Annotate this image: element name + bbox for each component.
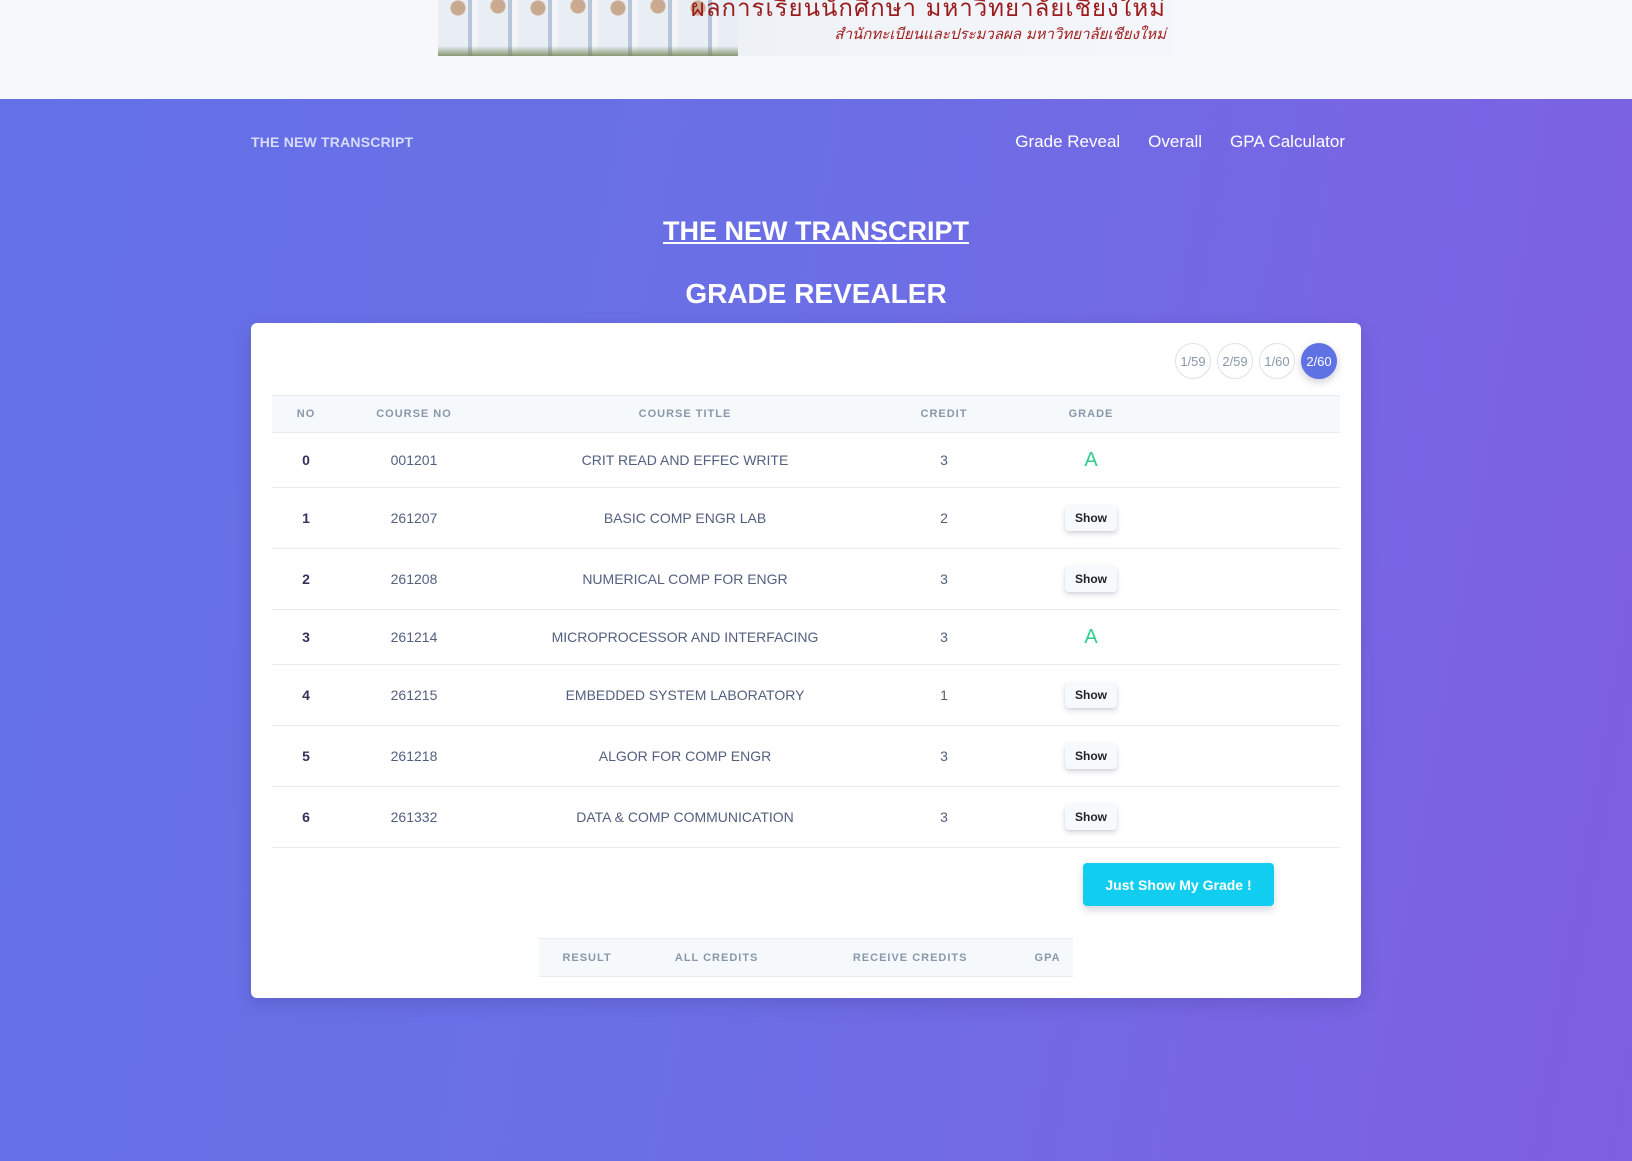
col-no: NO xyxy=(272,395,340,433)
row-spacer xyxy=(1176,725,1340,787)
col-course-no: COURSE NO xyxy=(340,395,488,433)
row-course-no: 261332 xyxy=(340,786,488,848)
row-grade-cell: A xyxy=(1006,432,1176,488)
col-result: RESULT xyxy=(539,938,636,977)
table-row: 5 261218 ALGOR FOR COMP ENGR 3 Show xyxy=(272,725,1340,787)
col-spacer xyxy=(1176,395,1340,433)
row-grade-cell: Show xyxy=(1006,548,1176,610)
row-grade-cell: Show xyxy=(1006,487,1176,549)
row-credit: 1 xyxy=(882,664,1006,726)
just-show-my-grade-button[interactable]: Just Show My Grade ! xyxy=(1083,863,1274,906)
row-course-title: ALGOR FOR COMP ENGR xyxy=(488,725,882,787)
grade-card: 1/59 2/59 1/60 2/60 NO COURSE NO COURSE … xyxy=(251,323,1361,998)
term-button-active[interactable]: 2/60 xyxy=(1301,343,1337,379)
row-spacer xyxy=(1176,487,1340,549)
col-credit: CREDIT xyxy=(882,395,1006,433)
term-button[interactable]: 2/59 xyxy=(1217,343,1253,379)
row-course-title: BASIC COMP ENGR LAB xyxy=(488,487,882,549)
row-no: 2 xyxy=(272,548,340,610)
term-button[interactable]: 1/60 xyxy=(1259,343,1295,379)
grades-table: NO COURSE NO COURSE TITLE CREDIT GRADE 0… xyxy=(272,395,1340,848)
term-button[interactable]: 1/59 xyxy=(1175,343,1211,379)
nav-overall[interactable]: Overall xyxy=(1148,132,1202,152)
table-row: 1 261207 BASIC COMP ENGR LAB 2 Show xyxy=(272,487,1340,549)
col-course-title: COURSE TITLE xyxy=(488,395,882,433)
row-grade-cell: Show xyxy=(1006,725,1176,787)
grade-value: A xyxy=(1084,448,1098,471)
row-course-title: DATA & COMP COMMUNICATION xyxy=(488,786,882,848)
row-credit: 2 xyxy=(882,487,1006,549)
col-receive-credits: RECEIVE CREDITS xyxy=(798,938,1023,977)
col-grade: GRADE xyxy=(1006,395,1176,433)
row-no: 1 xyxy=(272,487,340,549)
row-spacer xyxy=(1176,609,1340,665)
grade-value: A xyxy=(1084,625,1098,648)
row-no: 0 xyxy=(272,432,340,488)
result-table: RESULT ALL CREDITS RECEIVE CREDITS GPA xyxy=(539,938,1073,977)
col-all-credits: ALL CREDITS xyxy=(635,938,799,977)
row-course-no: 261207 xyxy=(340,487,488,549)
table-header-row: NO COURSE NO COURSE TITLE CREDIT GRADE xyxy=(272,395,1340,433)
page-subtitle: GRADE REVEALER xyxy=(685,278,947,309)
row-credit: 3 xyxy=(882,786,1006,848)
page-title: THE NEW TRANSCRIPT xyxy=(663,216,969,246)
show-grade-button[interactable]: Show xyxy=(1065,743,1117,769)
row-course-no: 001201 xyxy=(340,432,488,488)
row-course-no: 261208 xyxy=(340,548,488,610)
row-course-title: EMBEDDED SYSTEM LABORATORY xyxy=(488,664,882,726)
show-grade-button[interactable]: Show xyxy=(1065,505,1117,531)
table-row: 0 001201 CRIT READ AND EFFEC WRITE 3 A xyxy=(272,432,1340,488)
navbar-links: Grade Reveal Overall GPA Calculator xyxy=(1015,132,1345,152)
row-spacer xyxy=(1176,432,1340,488)
table-row: 3 261214 MICROPROCESSOR AND INTERFACING … xyxy=(272,609,1340,665)
table-row: 4 261215 EMBEDDED SYSTEM LABORATORY 1 Sh… xyxy=(272,664,1340,726)
row-no: 3 xyxy=(272,609,340,665)
row-spacer xyxy=(1176,664,1340,726)
row-credit: 3 xyxy=(882,548,1006,610)
result-header-row: RESULT ALL CREDITS RECEIVE CREDITS GPA xyxy=(539,938,1073,977)
row-course-title: MICROPROCESSOR AND INTERFACING xyxy=(488,609,882,665)
row-course-no: 261214 xyxy=(340,609,488,665)
navbar-brand[interactable]: THE NEW TRANSCRIPT xyxy=(251,134,413,150)
table-row: 6 261332 DATA & COMP COMMUNICATION 3 Sho… xyxy=(272,786,1340,848)
grades-body: 0 001201 CRIT READ AND EFFEC WRITE 3 A 1… xyxy=(272,432,1340,848)
row-course-title: CRIT READ AND EFFEC WRITE xyxy=(488,432,882,488)
nav-gpa-calculator[interactable]: GPA Calculator xyxy=(1230,132,1345,152)
row-grade-cell: Show xyxy=(1006,664,1176,726)
row-no: 5 xyxy=(272,725,340,787)
row-spacer xyxy=(1176,548,1340,610)
row-credit: 3 xyxy=(882,432,1006,488)
col-gpa: GPA xyxy=(1022,938,1073,977)
row-course-no: 261215 xyxy=(340,664,488,726)
row-credit: 3 xyxy=(882,609,1006,665)
show-grade-button[interactable]: Show xyxy=(1065,566,1117,592)
top-strip: ผลการเรียนนักศึกษา มหาวิทยาลัยเชียงใหม่ … xyxy=(0,0,1632,99)
table-row: 2 261208 NUMERICAL COMP FOR ENGR 3 Show xyxy=(272,548,1340,610)
show-grade-button[interactable]: Show xyxy=(1065,804,1117,830)
row-course-no: 261218 xyxy=(340,725,488,787)
row-grade-cell: A xyxy=(1006,609,1176,665)
row-credit: 3 xyxy=(882,725,1006,787)
row-no: 4 xyxy=(272,664,340,726)
hero-section: THE NEW TRANSCRIPT Grade Reveal Overall … xyxy=(0,99,1632,1161)
term-pagination: 1/59 2/59 1/60 2/60 xyxy=(1175,343,1337,379)
university-banner: ผลการเรียนนักศึกษา มหาวิทยาลัยเชียงใหม่ … xyxy=(438,0,1174,56)
row-course-title: NUMERICAL COMP FOR ENGR xyxy=(488,548,882,610)
banner-subtitle: สำนักทะเบียนและประมวลผล มหาวิทยาลัยเชียง… xyxy=(834,25,1166,43)
show-grade-button[interactable]: Show xyxy=(1065,682,1117,708)
row-no: 6 xyxy=(272,786,340,848)
row-grade-cell: Show xyxy=(1006,786,1176,848)
nav-grade-reveal[interactable]: Grade Reveal xyxy=(1015,132,1120,152)
row-spacer xyxy=(1176,786,1340,848)
